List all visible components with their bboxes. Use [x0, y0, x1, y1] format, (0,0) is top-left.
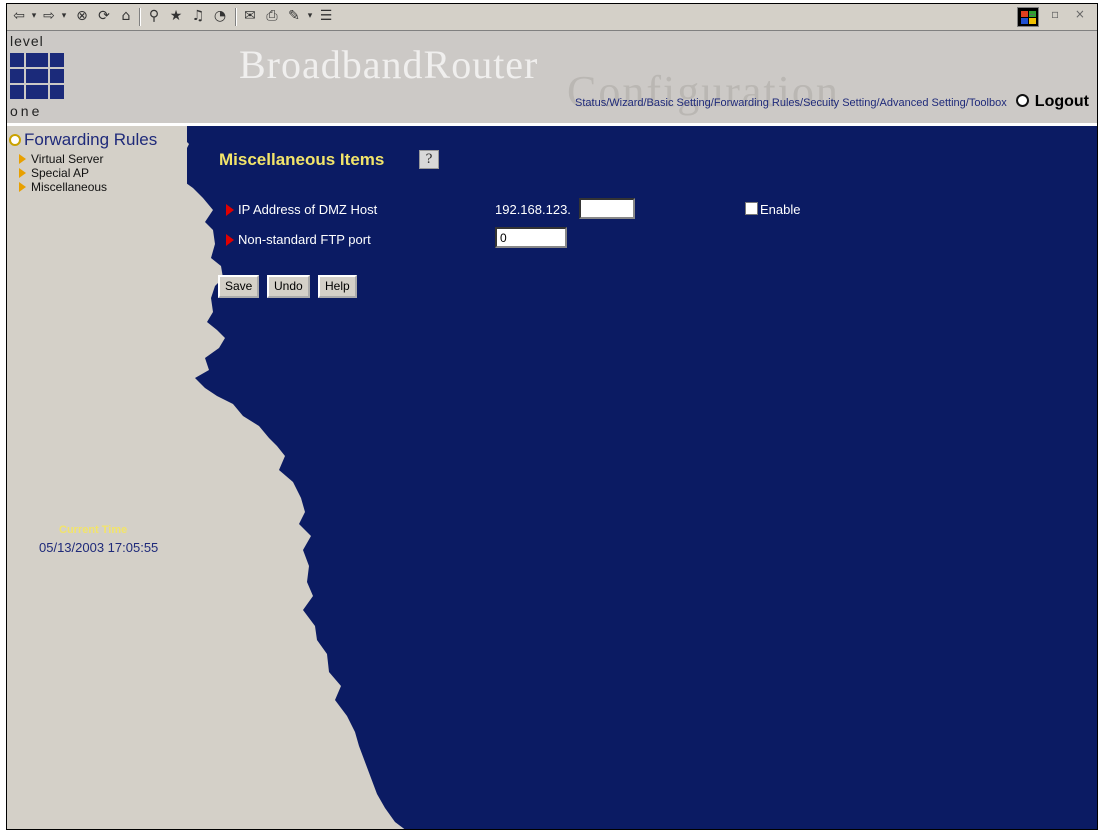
nav-basic-setting[interactable]: Basic Setting/: [647, 97, 714, 109]
browser-toolbar: ⇦ ▾ ⇨ ▾ ⊗ ⟳ ⌂ ⚲ ★ ♫ ◔ ✉ ⎙ ✎ ▾ ☰ – ▫ ×: [7, 4, 1097, 31]
dmz-ip-prefix: 192.168.123.: [495, 202, 571, 217]
logout-ring-icon: [1015, 94, 1029, 107]
brand-title: BroadbandRouter: [239, 42, 539, 87]
search-icon[interactable]: ⚲: [145, 7, 163, 25]
home-icon[interactable]: ⌂: [117, 7, 135, 25]
bullet-arrow-icon: [226, 234, 234, 246]
nav-security-setting[interactable]: Secuity Setting/: [803, 97, 879, 109]
dmz-host-input[interactable]: [579, 198, 635, 219]
toolbar-separator: [139, 8, 141, 26]
main-content: Miscellaneous Items ? IP Address of DMZ …: [7, 126, 1097, 829]
header-banner: level one Configuration BroadbandRouter …: [7, 31, 1097, 126]
top-navigation: Status/Wizard/Basic Setting/Forwarding R…: [575, 93, 1089, 111]
browser-window: ⇦ ▾ ⇨ ▾ ⊗ ⟳ ⌂ ⚲ ★ ♫ ◔ ✉ ⎙ ✎ ▾ ☰ – ▫ × le…: [6, 3, 1098, 830]
toolbar-separator: [235, 8, 237, 26]
refresh-icon[interactable]: ⟳: [95, 7, 113, 25]
media-icon[interactable]: ♫: [189, 7, 207, 25]
print-icon[interactable]: ⎙: [263, 7, 281, 25]
window-controls[interactable]: – ▫ ×: [1029, 7, 1091, 21]
history-icon[interactable]: ◔: [211, 7, 229, 25]
discuss-icon[interactable]: ☰: [317, 7, 335, 25]
dmz-enable-checkbox[interactable]: Enable: [745, 202, 800, 217]
edit-dropdown-icon[interactable]: ▾: [305, 7, 315, 25]
nav-toolbox[interactable]: Toolbox: [969, 97, 1007, 109]
levelone-logo: level one: [10, 33, 70, 121]
help-icon[interactable]: ?: [419, 150, 439, 169]
nav-advanced-setting[interactable]: Advanced Setting/: [880, 97, 969, 109]
logo-text-top: level: [10, 33, 44, 49]
ftp-port-row-label: Non-standard FTP port: [226, 232, 371, 247]
back-dropdown-icon[interactable]: ▾: [29, 7, 39, 25]
ftp-port-input[interactable]: [495, 227, 567, 248]
dmz-host-row-label: IP Address of DMZ Host: [226, 202, 377, 217]
bullet-arrow-icon: [226, 204, 234, 216]
edit-icon[interactable]: ✎: [285, 7, 303, 25]
nav-wizard[interactable]: Wizard/: [609, 97, 646, 109]
favorites-icon[interactable]: ★: [167, 7, 185, 25]
logo-blocks-icon: [10, 53, 66, 101]
undo-button[interactable]: Undo: [267, 275, 310, 298]
dmz-host-label: IP Address of DMZ Host: [238, 202, 378, 217]
save-button[interactable]: Save: [218, 275, 260, 298]
forward-icon[interactable]: ⇨: [41, 7, 57, 25]
page-title: Miscellaneous Items: [219, 150, 385, 169]
forward-dropdown-icon[interactable]: ▾: [59, 7, 69, 25]
nav-status[interactable]: Status/: [575, 97, 609, 109]
checkbox-icon[interactable]: [745, 202, 758, 215]
back-icon[interactable]: ⇦: [11, 7, 27, 25]
ftp-port-label: Non-standard FTP port: [238, 232, 371, 247]
mail-icon[interactable]: ✉: [241, 7, 259, 25]
logo-text-bottom: one: [10, 103, 43, 119]
dmz-enable-label: Enable: [760, 202, 801, 217]
stop-icon[interactable]: ⊗: [73, 7, 91, 25]
logout-link[interactable]: Logout: [1035, 93, 1089, 110]
nav-forwarding-rules[interactable]: Forwarding Rules/: [714, 97, 803, 109]
help-button[interactable]: Help: [318, 275, 357, 298]
